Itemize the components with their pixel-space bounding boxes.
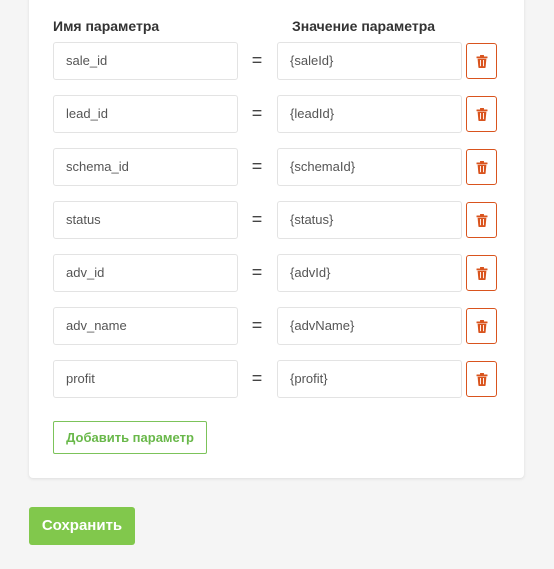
param-value-input[interactable]: {leadId} <box>277 95 462 133</box>
equals-sign: = <box>251 209 263 229</box>
delete-param-button[interactable] <box>466 308 497 344</box>
param-name-input[interactable]: adv_id <box>53 254 238 292</box>
param-value-input[interactable]: {schemaId} <box>277 148 462 186</box>
param-row: lead_id = {leadId} <box>0 95 554 133</box>
trash-icon <box>476 54 487 68</box>
trash-icon <box>476 372 487 386</box>
param-value-input[interactable]: {status} <box>277 201 462 239</box>
param-name-input[interactable]: adv_name <box>53 307 238 345</box>
param-value-input[interactable]: {saleId} <box>277 42 462 80</box>
equals-sign: = <box>251 315 263 335</box>
trash-icon <box>476 319 487 333</box>
delete-param-button[interactable] <box>466 149 497 185</box>
add-param-button[interactable]: Добавить параметр <box>53 421 207 454</box>
equals-sign: = <box>251 103 263 123</box>
trash-icon <box>476 107 487 121</box>
delete-param-button[interactable] <box>466 43 497 79</box>
trash-icon <box>476 160 487 174</box>
param-name-input[interactable]: lead_id <box>53 95 238 133</box>
param-row: adv_id = {advId} <box>0 254 554 292</box>
param-row: adv_name = {advName} <box>0 307 554 345</box>
param-value-header: Значение параметра <box>292 18 436 34</box>
param-name-header: Имя параметра <box>53 18 160 34</box>
param-value-input[interactable]: {profit} <box>277 360 462 398</box>
param-name-input[interactable]: status <box>53 201 238 239</box>
param-row: sale_id = {saleId} <box>0 42 554 80</box>
param-value-input[interactable]: {advName} <box>277 307 462 345</box>
param-name-input[interactable]: profit <box>53 360 238 398</box>
param-row: status = {status} <box>0 201 554 239</box>
equals-sign: = <box>251 156 263 176</box>
param-name-input[interactable]: sale_id <box>53 42 238 80</box>
param-row: profit = {profit} <box>0 360 554 398</box>
equals-sign: = <box>251 50 263 70</box>
delete-param-button[interactable] <box>466 202 497 238</box>
equals-sign: = <box>251 368 263 388</box>
delete-param-button[interactable] <box>466 361 497 397</box>
trash-icon <box>476 213 487 227</box>
delete-param-button[interactable] <box>466 96 497 132</box>
param-name-input[interactable]: schema_id <box>53 148 238 186</box>
save-button[interactable]: Сохранить <box>29 507 135 545</box>
equals-sign: = <box>251 262 263 282</box>
param-row: schema_id = {schemaId} <box>0 148 554 186</box>
trash-icon <box>476 266 487 280</box>
param-value-input[interactable]: {advId} <box>277 254 462 292</box>
page: Имя параметра Значение параметра sale_id… <box>0 0 554 569</box>
delete-param-button[interactable] <box>466 255 497 291</box>
